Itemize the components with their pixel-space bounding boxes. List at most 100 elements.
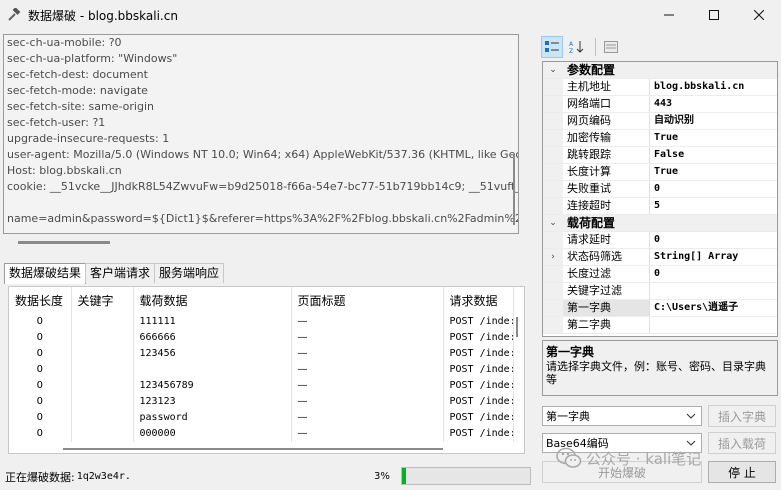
table-row[interactable]: 0 password — POST /inde: — [9, 410, 514, 426]
property-value[interactable]: True — [650, 164, 777, 180]
property-value[interactable]: True — [650, 130, 777, 146]
maximize-icon — [708, 10, 719, 20]
property-row[interactable]: 加密传输 True — [543, 130, 777, 147]
maximize-button[interactable] — [691, 0, 736, 30]
row-gutter — [543, 181, 563, 197]
property-row[interactable]: 跳转跟踪 False — [543, 147, 777, 164]
cell-length: 0 — [9, 378, 72, 394]
cell-keyword — [71, 410, 134, 426]
cell-title: — — [291, 362, 444, 378]
property-value[interactable] — [650, 283, 777, 299]
property-value[interactable]: 443 — [650, 96, 777, 112]
property-row[interactable]: 第二字典 — [543, 317, 777, 334]
progress-percent: 3% — [374, 471, 390, 482]
property-value[interactable]: 0 — [650, 266, 777, 282]
tab-results[interactable]: 数据爆破结果 — [4, 263, 87, 284]
cell-request: POST /inde: — [443, 410, 514, 426]
insert-payload-button[interactable]: 插入载荷 — [708, 432, 776, 454]
property-value[interactable]: 0 — [650, 232, 777, 248]
property-value[interactable]: blog.bbskali.cn — [650, 79, 777, 95]
property-row[interactable]: 请求延时 0 — [543, 232, 777, 249]
property-value[interactable]: String[] Array — [650, 249, 777, 265]
dict-select[interactable]: 第一字典 — [542, 406, 702, 426]
collapse-icon[interactable]: ⌄ — [543, 62, 563, 78]
request-editor[interactable]: sec-ch-ua-mobile: ?0 sec-ch-ua-platform:… — [3, 34, 519, 234]
table-row[interactable]: 0 123456789 — POST /inde: — [9, 378, 514, 394]
wechat-icon — [556, 447, 582, 468]
property-value[interactable]: 0 — [650, 181, 777, 197]
results-table[interactable]: 数据长度 关键字 载荷数据 页面标题 请求数据 0 111111 — POST … — [8, 286, 525, 454]
expand-icon[interactable]: › — [543, 249, 563, 265]
svg-text:A: A — [569, 41, 574, 48]
results-vertical-scrollbar[interactable] — [516, 317, 518, 337]
property-value[interactable]: 5 — [650, 198, 777, 214]
request-line: user-agent: Mozilla/5.0 (Windows NT 10.0… — [7, 148, 518, 161]
cell-payload: 111111 — [133, 314, 292, 330]
property-value[interactable]: False — [650, 147, 777, 163]
row-gutter — [543, 79, 563, 95]
categorized-button[interactable] — [541, 36, 563, 58]
property-name: 关键字过滤 — [563, 283, 650, 299]
progress-bar — [401, 467, 531, 485]
cell-keyword — [71, 394, 134, 410]
property-row[interactable]: 关键字过滤 — [543, 283, 777, 300]
row-gutter — [543, 198, 563, 214]
table-row[interactable]: 0 111111 — POST /inde: — [9, 314, 514, 330]
minimize-button[interactable] — [646, 0, 691, 30]
cell-title: — — [291, 426, 444, 442]
table-row[interactable]: 0 123456 — POST /inde: — [9, 346, 514, 362]
property-row[interactable]: 失败重试 0 — [543, 181, 777, 198]
property-row[interactable]: 网络端口 443 — [543, 96, 777, 113]
results-horizontal-scrollbar[interactable] — [63, 448, 443, 450]
collapse-icon[interactable]: ⌄ — [543, 215, 563, 231]
alphabetical-button[interactable]: A Z — [566, 36, 588, 58]
insert-dict-button[interactable]: 插入字典 — [708, 405, 776, 427]
table-row[interactable]: 0 000000 — POST /inde: — [9, 426, 514, 442]
table-row[interactable]: 0 666666 — POST /inde: — [9, 330, 514, 346]
cell-title: — — [291, 346, 444, 362]
property-row[interactable]: › 状态码筛选 String[] Array — [543, 249, 777, 266]
property-value[interactable] — [650, 317, 777, 333]
property-row[interactable]: 网页编码 自动识别 — [543, 113, 777, 130]
row-gutter — [543, 147, 563, 163]
property-row[interactable]: 主机地址 blog.bbskali.cn — [543, 79, 777, 96]
request-horizontal-scrollbar[interactable] — [18, 241, 110, 244]
cell-request: POST /inde: — [443, 362, 514, 378]
progress-fill — [402, 468, 406, 484]
property-name: 跳转跟踪 — [563, 147, 650, 163]
property-row[interactable]: 第一字典 C:\Users\逍遥子 — [543, 300, 777, 317]
column-header-length[interactable]: 数据长度 — [9, 287, 72, 314]
request-line: name=admin&password=${Dict1}$&referer=ht… — [7, 212, 518, 225]
property-value[interactable]: C:\Users\逍遥子 — [650, 300, 777, 316]
toolbar-separator — [595, 38, 596, 56]
property-grid[interactable]: ⌄ 参数配置 主机地址 blog.bbskali.cn 网络端口 443 网页编码自… — [542, 61, 778, 337]
cell-title: — — [291, 394, 444, 410]
property-row[interactable]: 长度计算 True — [543, 164, 777, 181]
category-row[interactable]: ⌄ 载荷配置 — [543, 215, 777, 232]
property-row[interactable]: 连接超时 5 — [543, 198, 777, 215]
request-vertical-scrollbar[interactable] — [513, 155, 515, 225]
tab-server-response[interactable]: 服务端响应 — [154, 263, 225, 283]
column-header-title[interactable]: 页面标题 — [291, 287, 444, 314]
property-name: 长度计算 — [563, 164, 650, 180]
cell-payload: 123123 — [133, 394, 292, 410]
category-row[interactable]: ⌄ 参数配置 — [543, 62, 777, 79]
window-title: 数据爆破 - blog.bbskali.cn — [28, 8, 178, 23]
cell-request: POST /inde: — [443, 426, 514, 442]
column-header-keyword[interactable]: 关键字 — [71, 287, 134, 314]
tab-client-request[interactable]: 客户端请求 — [85, 263, 156, 283]
request-line: sec-ch-ua-mobile: ?0 — [7, 36, 122, 49]
table-row[interactable]: 0 123123 — POST /inde: — [9, 394, 514, 410]
stop-button[interactable]: 停 止 — [708, 461, 776, 483]
property-name: 网络端口 — [563, 96, 650, 112]
table-row[interactable]: 0 — POST /inde: — [9, 362, 514, 378]
column-header-request[interactable]: 请求数据 — [443, 287, 514, 314]
property-row[interactable]: 长度过滤 0 — [543, 266, 777, 283]
property-pages-button[interactable] — [600, 36, 622, 58]
row-gutter — [543, 300, 563, 316]
column-header-payload[interactable]: 载荷数据 — [133, 287, 292, 314]
cell-length: 0 — [9, 426, 72, 442]
property-description: 第一字典 请选择字典文件，例：账号、密码、目录字典等 — [542, 340, 778, 396]
property-value[interactable]: 自动识别 — [650, 113, 777, 129]
close-button[interactable] — [736, 0, 781, 30]
